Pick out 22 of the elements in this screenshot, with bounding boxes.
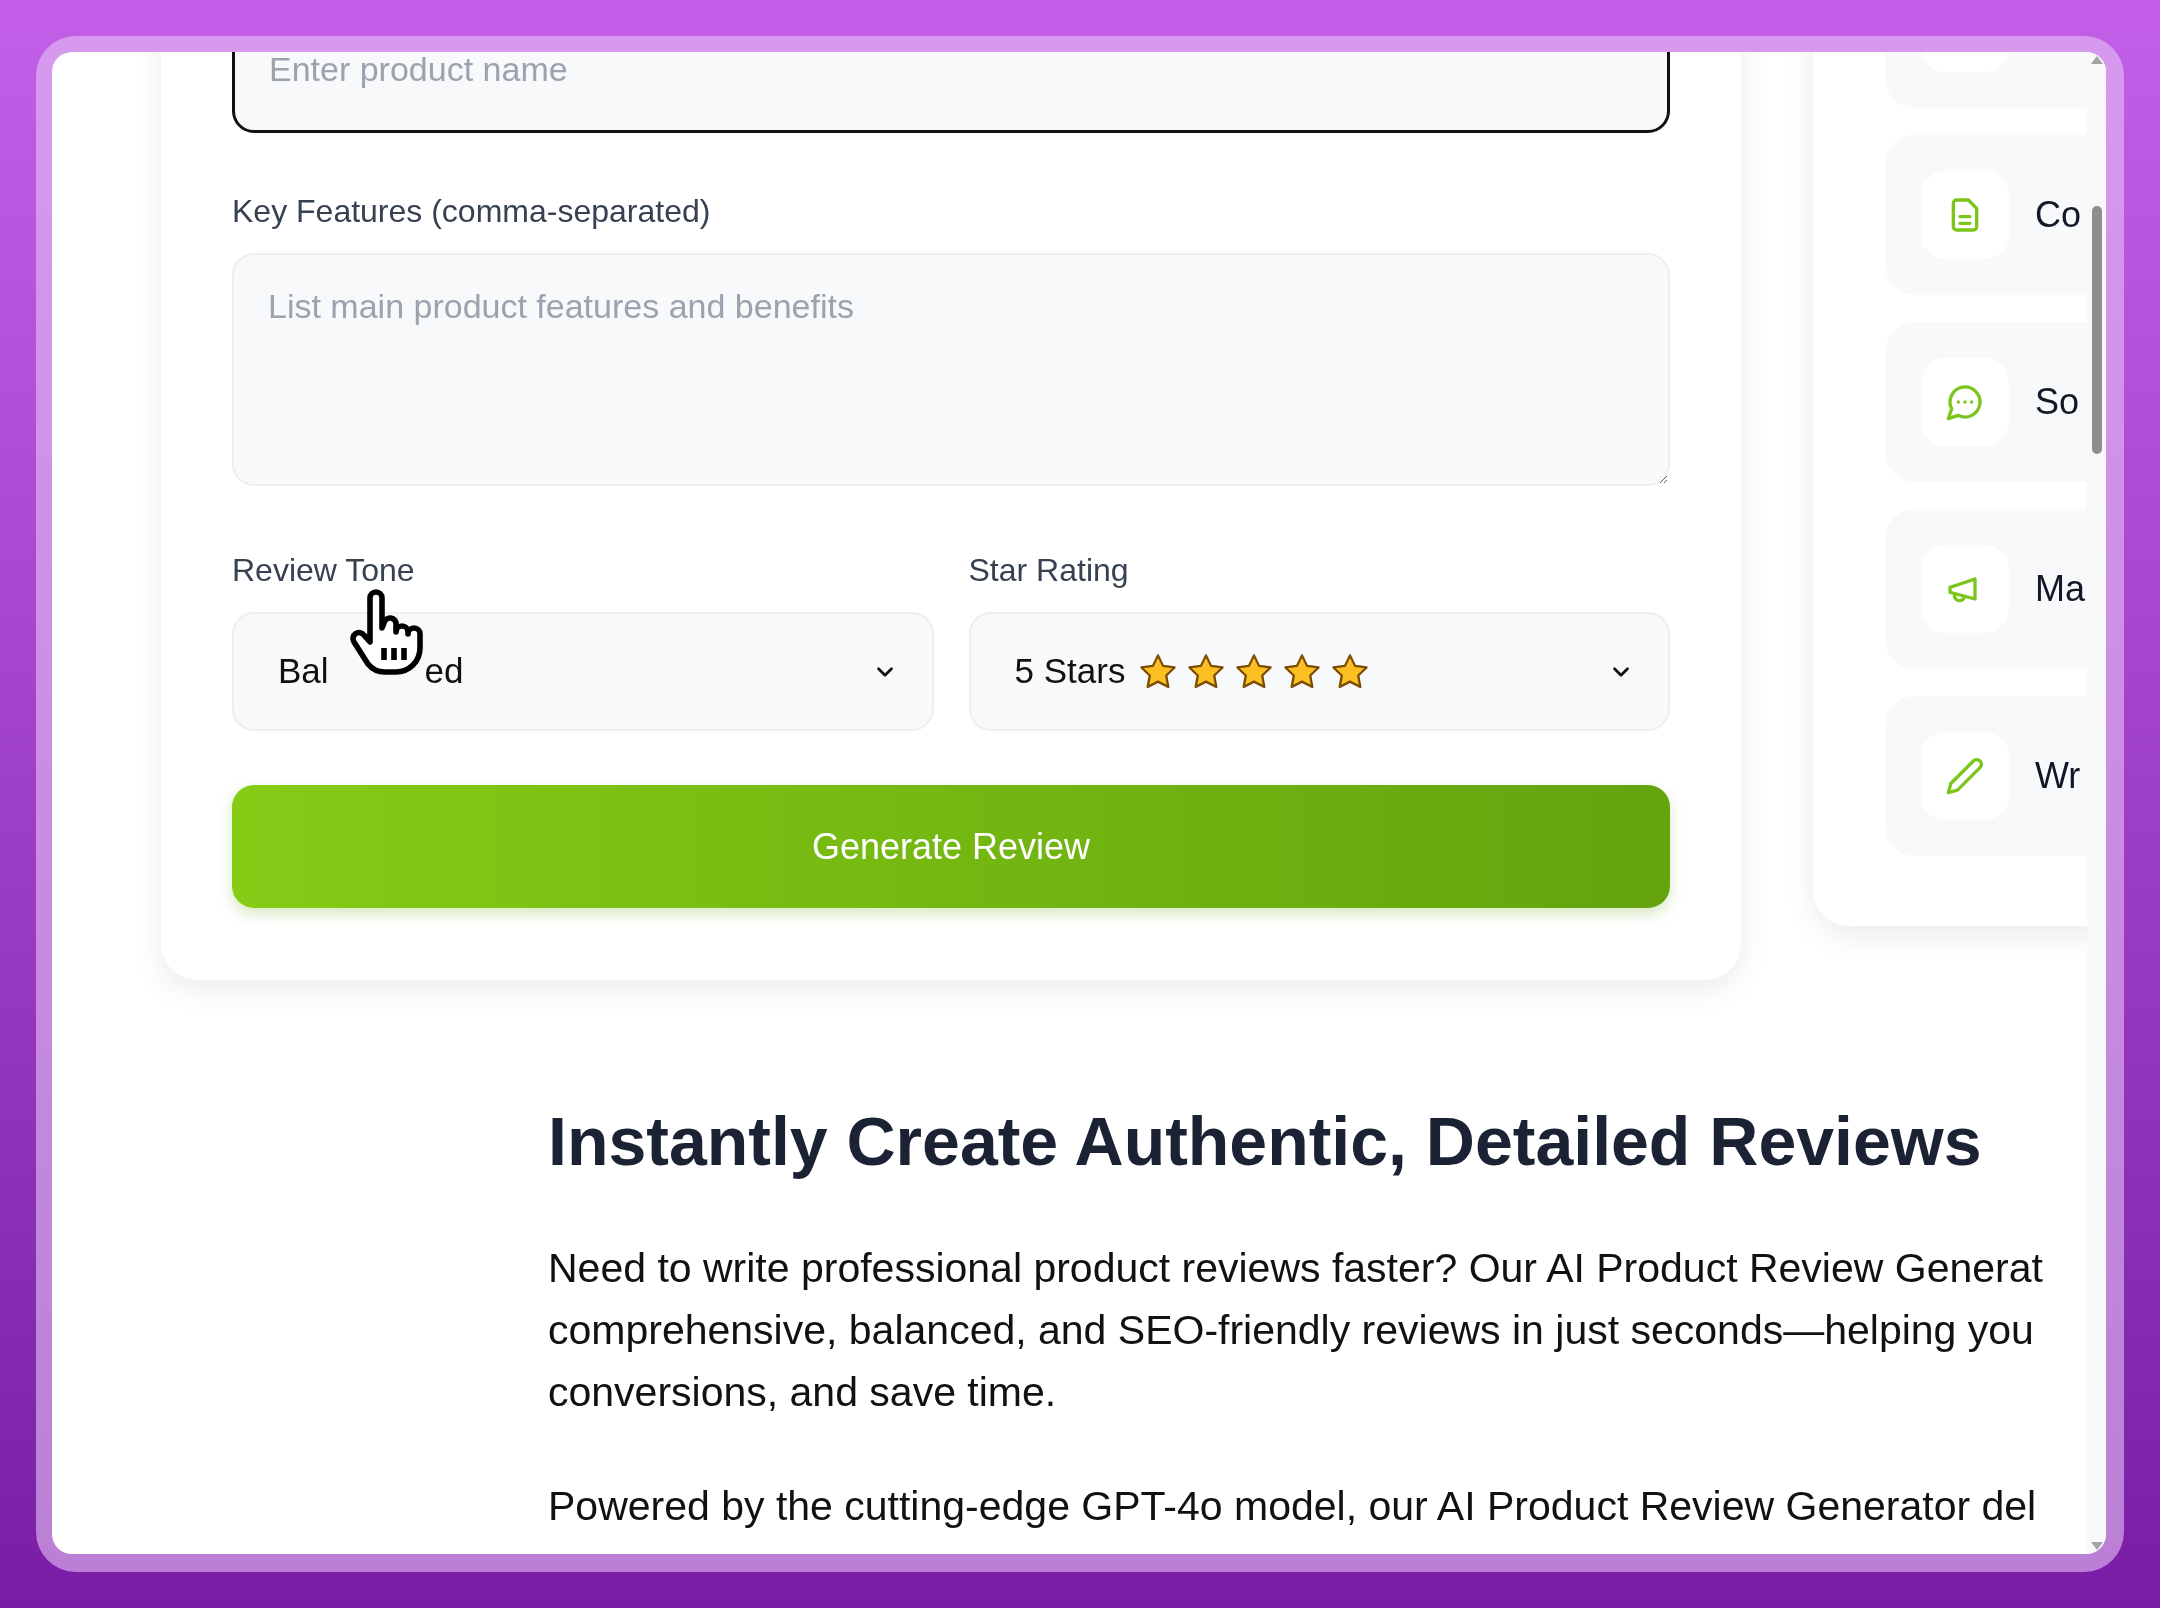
field-label: Key Features (comma-separated) <box>232 192 712 231</box>
scroll-down-arrow-icon <box>2090 1542 2103 1550</box>
scroll-up-arrow-icon <box>2090 56 2103 64</box>
field-label: Review Tone <box>232 551 416 590</box>
chat-bubble-icon <box>1945 382 1985 422</box>
tool-item[interactable]: Co <box>1885 135 2087 295</box>
select-value-text: ed <box>424 650 464 693</box>
select-value-text: Bal <box>278 650 329 693</box>
tool-item[interactable]: So <box>1885 322 2087 482</box>
tool-item[interactable]: Ma <box>1885 509 2087 669</box>
scrollbar-thumb[interactable] <box>2091 206 2102 454</box>
key-features-field[interactable]: List main product features and benefits <box>232 253 1670 486</box>
tool-item[interactable]: Wr <box>1885 696 2087 856</box>
paragraph-line: comprehensive, balanced, and SEO-friendly reviews in just seconds—helping you <box>548 1305 2035 1355</box>
paragraph-line: conversions, and save time. <box>548 1367 1058 1417</box>
pencil-icon <box>1945 756 1985 796</box>
star-rating-select[interactable]: 5 Stars <box>968 612 1670 731</box>
product-name-field[interactable]: Enter product name <box>232 52 1670 133</box>
paragraph-line: Need to write professional product reviews faster? Our AI Product Review Generat <box>548 1243 2044 1293</box>
paragraph-line: Powered by the cutting-edge GPT-4o model, our AI Product Review Generator del <box>548 1481 2038 1531</box>
field-label: Star Rating <box>968 551 1130 590</box>
section-heading: Instantly Create Authentic, Detailed Reviews <box>548 1104 1983 1179</box>
